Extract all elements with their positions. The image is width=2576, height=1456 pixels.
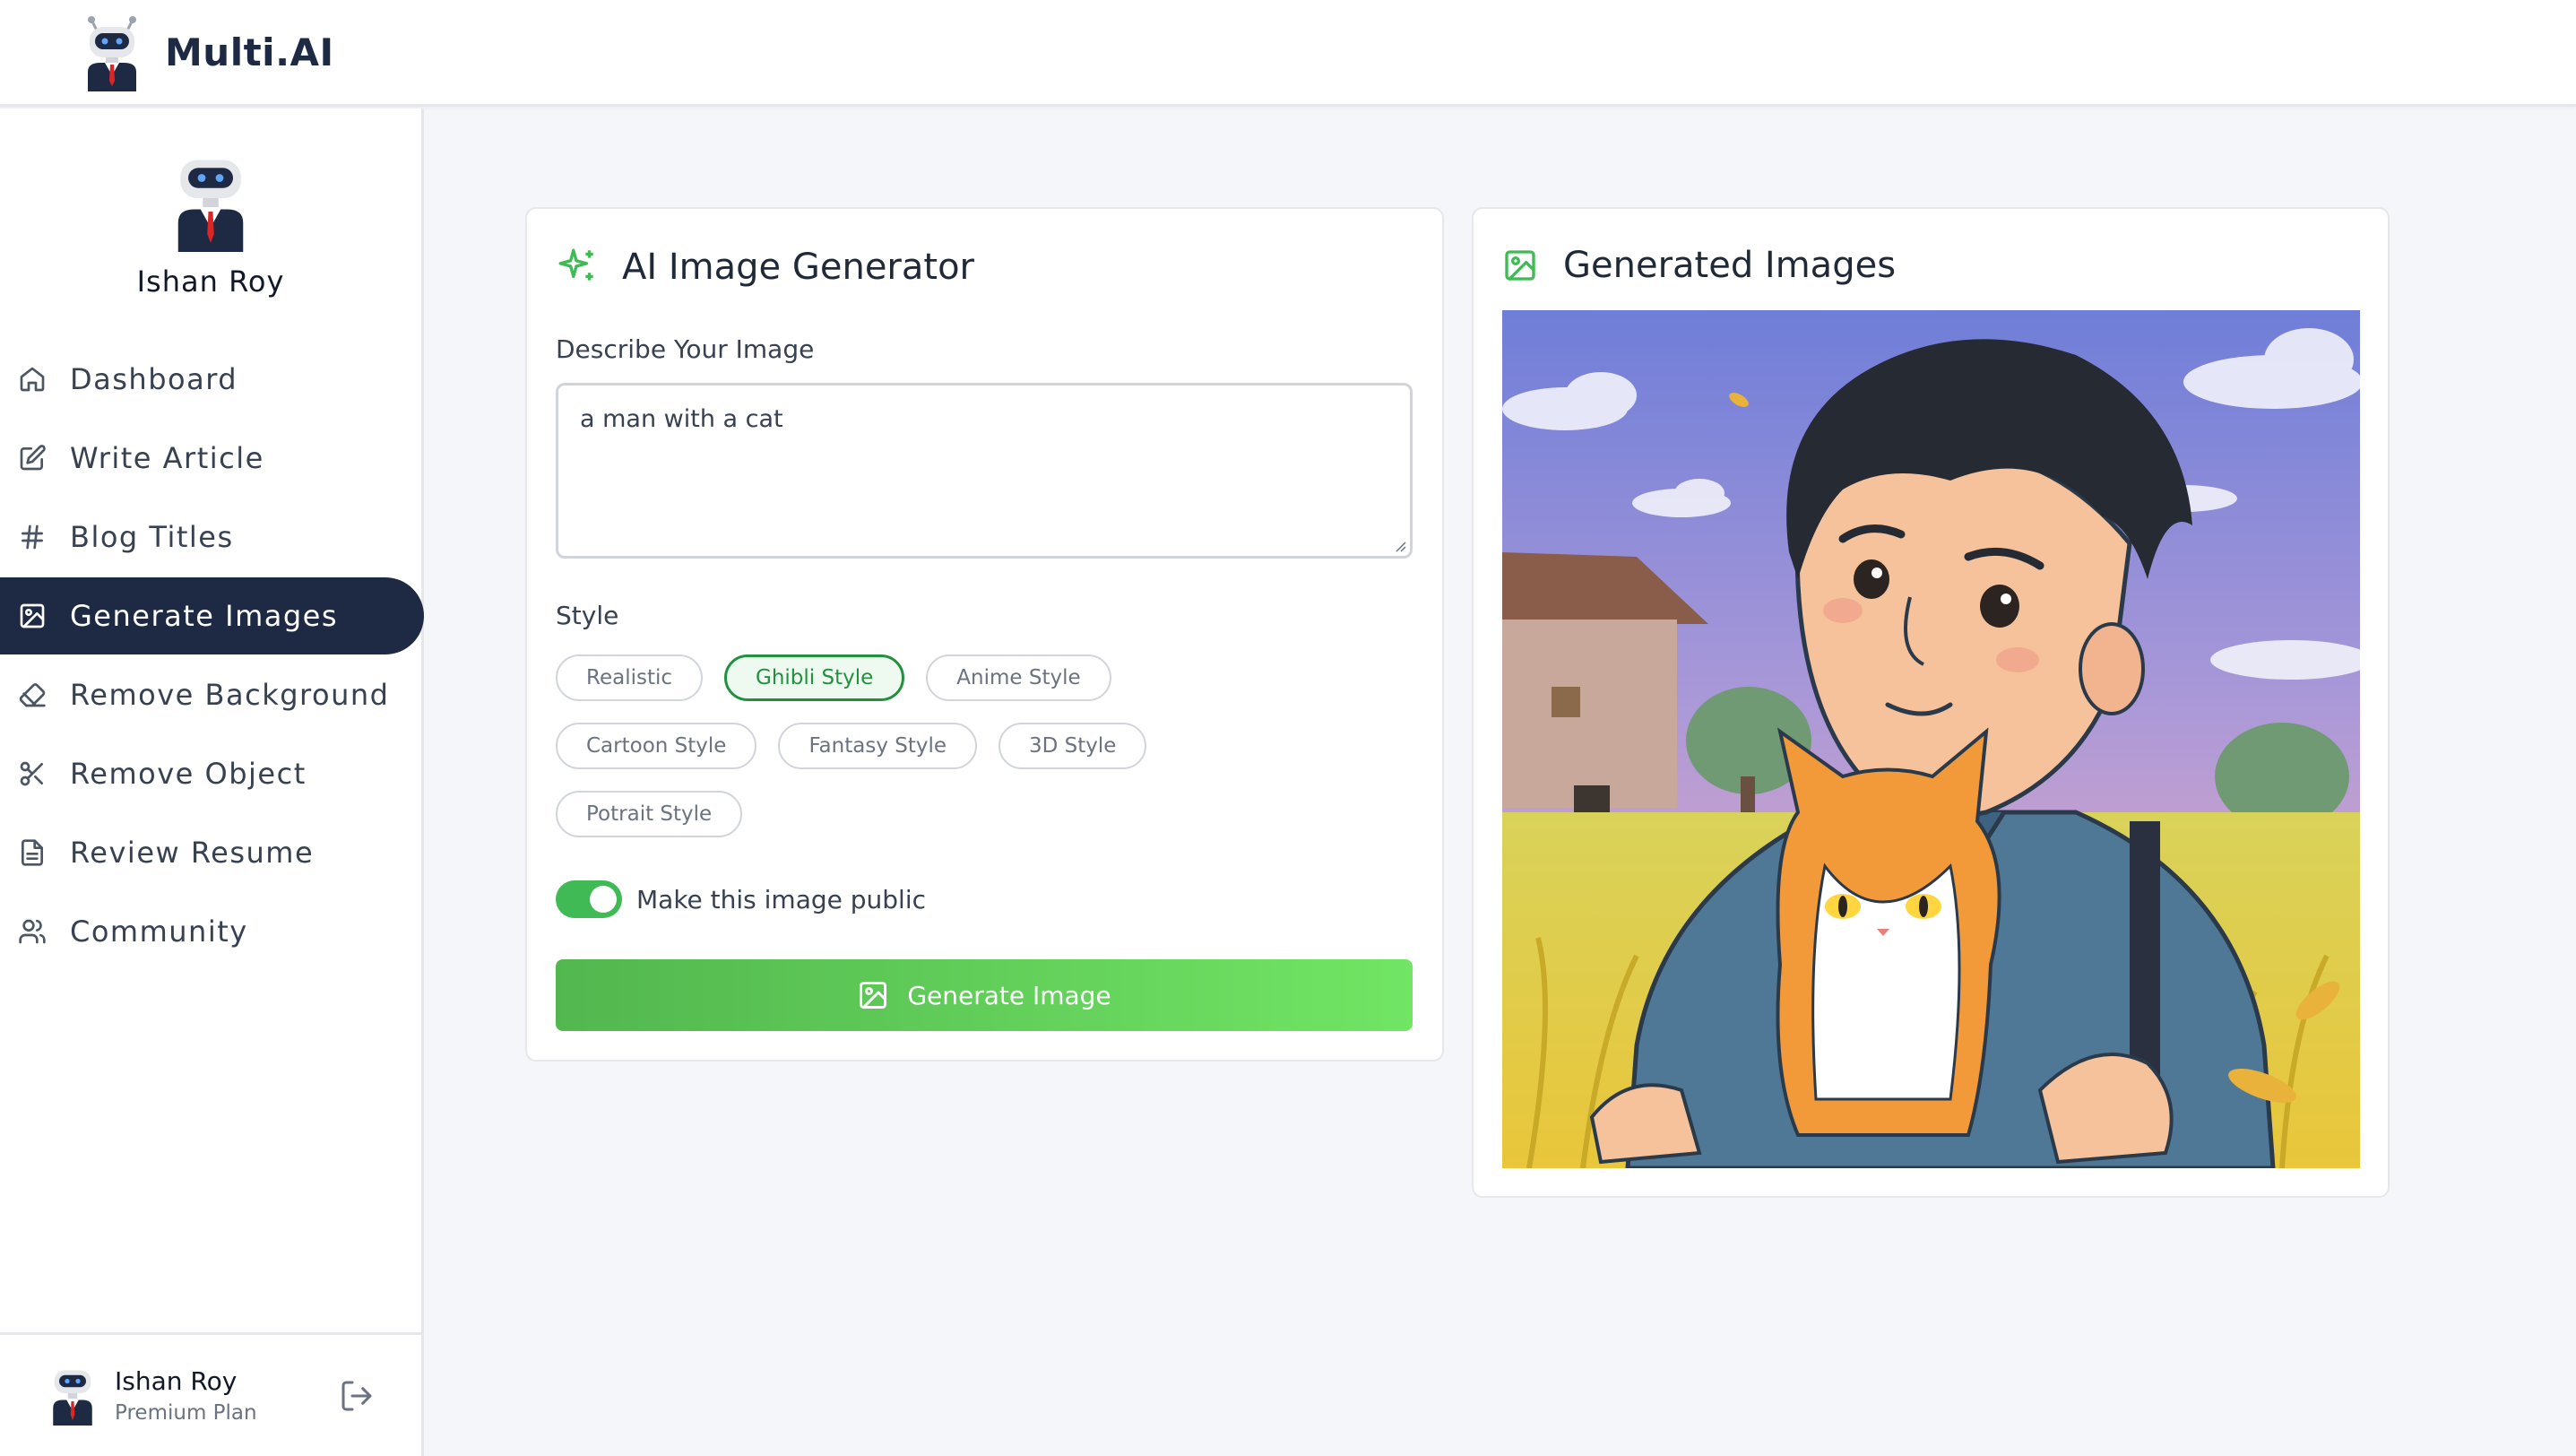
- top-bar: Multi.AI: [0, 0, 2576, 107]
- sidebar-item-generate-images[interactable]: Generate Images: [0, 577, 424, 654]
- resize-handle-icon[interactable]: [1392, 538, 1406, 552]
- robot-logo-icon[interactable]: [82, 13, 142, 91]
- edit-icon: [20, 445, 46, 471]
- style-options: Realistic Ghibli Style Anime Style Carto…: [556, 654, 1416, 859]
- sidebar-item-label: Dashboard: [70, 362, 238, 396]
- image-icon: [20, 603, 45, 628]
- sidebar-profile: Ishan Roy: [0, 153, 421, 299]
- hash-icon: [22, 524, 43, 550]
- sidebar-item-label: Blog Titles: [70, 520, 234, 554]
- logout-icon[interactable]: [339, 1378, 375, 1414]
- eraser-icon: [19, 683, 46, 707]
- sidebar-item-remove-background[interactable]: Remove Background: [0, 656, 424, 733]
- footer-user-info: Ishan Roy Premium Plan: [115, 1366, 339, 1425]
- toggle-knob: [590, 886, 617, 913]
- style-chip-realistic[interactable]: Realistic: [556, 654, 704, 701]
- style-chip-anime[interactable]: Anime Style: [926, 654, 1111, 701]
- scissors-icon: [20, 761, 43, 786]
- sidebar-nav: Dashboard Write Article Blog Titles Gene…: [0, 341, 424, 972]
- generator-title: AI Image Generator: [622, 247, 974, 288]
- home-icon: [20, 367, 45, 392]
- sidebar-item-community[interactable]: Community: [0, 893, 424, 970]
- image-icon: [1505, 250, 1535, 281]
- sidebar: Ishan Roy Dashboard Write Article Blog T…: [0, 108, 424, 1456]
- generated-image[interactable]: [1502, 310, 2360, 1168]
- sidebar-item-dashboard[interactable]: Dashboard: [0, 341, 424, 418]
- public-toggle[interactable]: [556, 880, 622, 918]
- image-generator-panel: AI Image Generator Describe Your Image a…: [525, 207, 1444, 1062]
- results-title: Generated Images: [1563, 245, 1897, 286]
- footer-user-name: Ishan Roy: [115, 1366, 238, 1396]
- sidebar-user-name: Ishan Roy: [136, 264, 285, 299]
- avatar: [177, 160, 244, 252]
- public-toggle-label: Make this image public: [636, 884, 927, 914]
- style-chip-potrait[interactable]: Potrait Style: [556, 791, 743, 837]
- sidebar-footer: Ishan Roy Premium Plan: [0, 1332, 421, 1456]
- prompt-label: Describe Your Image: [556, 334, 815, 364]
- sidebar-item-label: Community: [70, 914, 248, 949]
- sidebar-item-label: Remove Object: [70, 757, 307, 791]
- sidebar-item-label: Remove Background: [70, 678, 390, 712]
- style-chip-3d[interactable]: 3D Style: [998, 723, 1147, 769]
- prompt-value: a man with a cat: [580, 405, 783, 433]
- prompt-input[interactable]: a man with a cat: [556, 383, 1413, 559]
- sidebar-item-label: Generate Images: [70, 599, 339, 633]
- sidebar-item-blog-titles[interactable]: Blog Titles: [0, 498, 424, 576]
- style-chip-fantasy[interactable]: Fantasy Style: [778, 723, 978, 769]
- avatar[interactable]: [48, 1366, 97, 1426]
- sidebar-item-remove-object[interactable]: Remove Object: [0, 735, 424, 812]
- sidebar-item-label: Review Resume: [70, 836, 315, 870]
- footer-user-plan: Premium Plan: [115, 1401, 257, 1425]
- generated-illustration: [1502, 310, 2360, 1168]
- generated-images-panel: Generated Images: [1472, 207, 2390, 1198]
- style-chip-cartoon[interactable]: Cartoon Style: [556, 723, 757, 769]
- panel-title: AI Image Generator: [556, 245, 974, 290]
- style-chip-ghibli[interactable]: Ghibli Style: [724, 654, 905, 701]
- sidebar-item-write-article[interactable]: Write Article: [0, 420, 424, 497]
- generate-image-button[interactable]: Generate Image: [556, 959, 1413, 1031]
- file-text-icon: [22, 839, 43, 866]
- users-icon: [19, 919, 46, 944]
- public-toggle-row: Make this image public: [556, 880, 926, 918]
- sparkles-icon: [558, 248, 593, 281]
- panel-title: Generated Images: [1502, 245, 1896, 286]
- sidebar-item-label: Write Article: [70, 441, 264, 475]
- image-icon: [860, 982, 887, 1009]
- generate-button-label: Generate Image: [907, 980, 1111, 1010]
- style-label: Style: [556, 601, 619, 630]
- sidebar-item-review-resume[interactable]: Review Resume: [0, 814, 424, 891]
- app-name[interactable]: Multi.AI: [165, 30, 334, 74]
